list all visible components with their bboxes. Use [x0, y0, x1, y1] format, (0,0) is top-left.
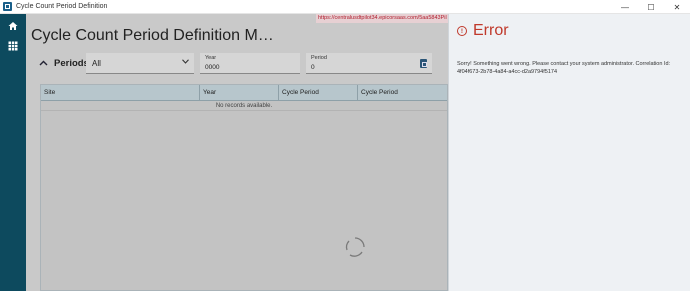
chevron-down-icon	[182, 59, 189, 66]
window-title: Cycle Count Period Definition	[16, 3, 108, 10]
page-title: Cycle Count Period Definition M…	[31, 27, 274, 44]
column-header-year[interactable]: Year	[200, 85, 279, 101]
year-label: Year	[205, 55, 217, 61]
year-field[interactable]: Year 0000	[200, 53, 300, 74]
error-title: Error	[473, 22, 509, 39]
maximize-button[interactable]: ☐	[638, 0, 664, 14]
loading-spinner-icon	[344, 236, 366, 258]
column-header-cycle-period[interactable]: Cycle Period	[279, 85, 358, 101]
home-icon[interactable]	[0, 16, 26, 36]
periods-panel: Periods All Year 0000 Period 0	[36, 53, 448, 75]
main-content: https://centralusdtpilot34.epicorsaas.co…	[26, 14, 451, 291]
error-message: Sorry! Something went wrong. Please cont…	[457, 61, 671, 75]
period-value: 0	[311, 64, 315, 71]
periods-grid: Site Year Cycle Period Cycle Period No r…	[40, 84, 448, 291]
window-controls: — ☐ ✕	[612, 0, 690, 14]
year-value: 0000	[205, 64, 220, 71]
period-field[interactable]: Period 0	[306, 53, 432, 74]
error-header: ! Error	[457, 22, 509, 40]
document-icon[interactable]	[420, 59, 427, 68]
grid-header: Site Year Cycle Period Cycle Period	[41, 85, 447, 101]
left-navigation	[0, 14, 26, 291]
column-header-site[interactable]: Site	[41, 85, 200, 101]
minimize-button[interactable]: —	[612, 0, 638, 14]
error-icon: !	[457, 26, 467, 36]
grid-icon[interactable]	[0, 36, 26, 56]
periods-select-value: All	[92, 59, 101, 68]
periods-label: Periods	[54, 58, 89, 69]
chevron-up-icon[interactable]	[39, 59, 49, 69]
column-header-cycle-period-2[interactable]: Cycle Period	[358, 85, 447, 101]
error-panel: ! Error Sorry! Something went wrong. Ple…	[448, 14, 690, 291]
app-icon	[3, 2, 12, 11]
url-banner: https://centralusdtpilot34.epicorsaas.co…	[316, 14, 451, 23]
window-titlebar: Cycle Count Period Definition — ☐ ✕	[0, 0, 690, 14]
close-button[interactable]: ✕	[664, 0, 690, 14]
empty-grid-message: No records available.	[41, 102, 447, 111]
periods-select[interactable]: All	[86, 53, 194, 74]
period-label: Period	[311, 55, 327, 61]
